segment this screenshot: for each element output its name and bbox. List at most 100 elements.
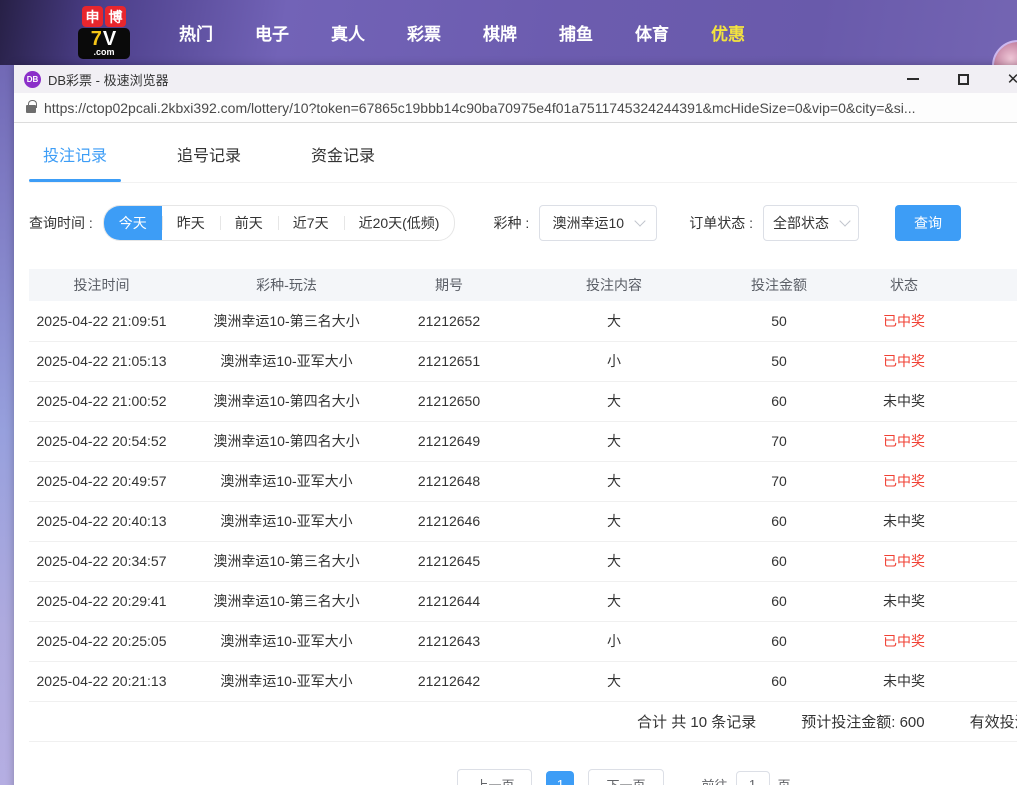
- status-cell: 已中奖: [829, 621, 979, 661]
- tab-bet-records[interactable]: 投注记录: [29, 142, 121, 182]
- search-button[interactable]: 查询: [895, 205, 961, 241]
- nav-item[interactable]: 棋牌: [462, 20, 538, 45]
- nav-item[interactable]: 真人: [310, 20, 386, 45]
- nav-item[interactable]: 电子: [234, 20, 310, 45]
- nav-item[interactable]: 热门: [158, 20, 234, 45]
- game-play-cell: 澳洲幸运10-亚军大小: [174, 341, 399, 381]
- nav-item[interactable]: 优惠: [690, 20, 766, 45]
- goto-page: 前往 页: [702, 771, 791, 785]
- period-cell: 21212649: [399, 421, 499, 461]
- header-status: 状态: [829, 269, 979, 301]
- total-records-text: 合计 共 10 条记录: [637, 711, 756, 732]
- nav-item[interactable]: 捕鱼: [538, 20, 614, 45]
- header-bet-content: 投注内容: [499, 269, 729, 301]
- game-play-cell: 澳洲幸运10-第四名大小: [174, 421, 399, 461]
- bet-content-cell: 大: [499, 421, 729, 461]
- bet-records-table: 投注时间 彩种-玩法 期号 投注内容 投注金额 状态 2025-04-22 21…: [29, 269, 1017, 702]
- bet-content-cell: 大: [499, 381, 729, 421]
- logo-badge-shen: 申: [82, 6, 103, 27]
- status-cell: 已中奖: [829, 461, 979, 501]
- bet-time-cell: 2025-04-22 21:00:52: [29, 381, 174, 421]
- table-row: 2025-04-22 20:49:57 澳洲幸运10-亚军大小 21212648…: [29, 461, 1017, 501]
- url-bar[interactable]: https://ctop02pcali.2kbxi392.com/lottery…: [14, 93, 1017, 123]
- window-controls: ✕: [900, 65, 1017, 93]
- time-filter-option[interactable]: 昨天: [162, 205, 220, 241]
- bet-time-cell: 2025-04-22 21:05:13: [29, 341, 174, 381]
- bet-content-cell: 大: [499, 501, 729, 541]
- status-cell: 已中奖: [829, 541, 979, 581]
- logo-com-text: .com: [93, 48, 114, 57]
- logo-badges: 申 博: [82, 6, 126, 27]
- status-cell: 已中奖: [829, 421, 979, 461]
- time-filter-option[interactable]: 近7天: [278, 205, 344, 241]
- time-filter-option[interactable]: 今天: [104, 205, 162, 241]
- ssl-lock-icon: [26, 105, 36, 113]
- expected-amount-text: 预计投注金额: 600: [801, 711, 924, 732]
- url-text[interactable]: https://ctop02pcali.2kbxi392.com/lottery…: [44, 100, 1017, 116]
- lottery-filter-label: 彩种 :: [493, 213, 529, 233]
- game-play-cell: 澳洲幸运10-亚军大小: [174, 501, 399, 541]
- filter-bar: 查询时间 : 今天 昨天 前天 近7天 近20天(低频) 彩种 : 澳洲幸运10: [29, 205, 1017, 241]
- table-header: 投注时间 彩种-玩法 期号 投注内容 投注金额 状态: [29, 269, 1017, 301]
- table-row: 2025-04-22 20:54:52 澳洲幸运10-第四名大小 2121264…: [29, 421, 1017, 461]
- time-filter-label: 查询时间 :: [29, 213, 93, 233]
- order-status-select[interactable]: 全部状态: [763, 205, 859, 241]
- status-cell: 未中奖: [829, 501, 979, 541]
- goto-label: 前往: [702, 775, 728, 785]
- game-play-cell: 澳洲幸运10-亚军大小: [174, 661, 399, 701]
- bet-time-cell: 2025-04-22 20:34:57: [29, 541, 174, 581]
- maximize-icon: [958, 74, 969, 85]
- bet-amount-cell: 60: [729, 621, 829, 661]
- browser-favicon: DB: [24, 71, 41, 88]
- lottery-select[interactable]: 澳洲幸运10: [539, 205, 657, 241]
- table-row: 2025-04-22 21:05:13 澳洲幸运10-亚军大小 21212651…: [29, 341, 1017, 381]
- minimize-icon: [907, 78, 919, 80]
- period-cell: 21212642: [399, 661, 499, 701]
- bet-content-cell: 小: [499, 341, 729, 381]
- close-icon: ✕: [1007, 72, 1017, 87]
- goto-page-input[interactable]: [736, 771, 770, 785]
- logo-7v-text: 7V: [91, 29, 117, 49]
- bet-time-cell: 2025-04-22 20:49:57: [29, 461, 174, 501]
- site-navbar: 申 博 7V .com 热门 电子 真人 彩票 棋牌 捕鱼 体育 优惠: [0, 0, 1017, 65]
- bet-amount-cell: 70: [729, 421, 829, 461]
- page-number-button[interactable]: 1: [546, 771, 574, 785]
- bet-amount-cell: 60: [729, 541, 829, 581]
- bet-amount-cell: 60: [729, 381, 829, 421]
- site-nav-items: 热门 电子 真人 彩票 棋牌 捕鱼 体育 优惠: [158, 20, 766, 45]
- table-row: 2025-04-22 20:34:57 澳洲幸运10-第三名大小 2121264…: [29, 541, 1017, 581]
- period-cell: 21212644: [399, 581, 499, 621]
- nav-item[interactable]: 彩票: [386, 20, 462, 45]
- period-cell: 21212643: [399, 621, 499, 661]
- minimize-button[interactable]: [900, 68, 926, 90]
- window-titlebar[interactable]: DB DB彩票 - 极速浏览器 ✕: [14, 65, 1017, 93]
- status-cell: 未中奖: [829, 381, 979, 421]
- tab-chase-records[interactable]: 追号记录: [163, 142, 255, 182]
- period-cell: 21212648: [399, 461, 499, 501]
- header-game-play: 彩种-玩法: [174, 269, 399, 301]
- game-play-cell: 澳洲幸运10-第三名大小: [174, 541, 399, 581]
- next-page-button[interactable]: 下一页: [588, 769, 663, 785]
- close-button[interactable]: ✕: [1000, 68, 1017, 90]
- period-cell: 21212652: [399, 301, 499, 341]
- goto-page-suffix: 页: [778, 775, 791, 785]
- site-logo[interactable]: 申 博 7V .com: [76, 6, 132, 59]
- bet-content-cell: 小: [499, 621, 729, 661]
- prev-page-button[interactable]: 上一页: [457, 769, 532, 785]
- bet-time-cell: 2025-04-22 20:21:13: [29, 661, 174, 701]
- bet-time-cell: 2025-04-22 20:54:52: [29, 421, 174, 461]
- bet-content-cell: 大: [499, 661, 729, 701]
- bet-amount-cell: 60: [729, 661, 829, 701]
- chevron-down-icon: [634, 215, 645, 226]
- period-cell: 21212646: [399, 501, 499, 541]
- table-row: 2025-04-22 21:09:51 澳洲幸运10-第三名大小 2121265…: [29, 301, 1017, 341]
- summary-bar: 合计 共 10 条记录 预计投注金额: 600 有效投注金额: 600: [29, 702, 1017, 742]
- time-filter-option[interactable]: 前天: [220, 205, 278, 241]
- header-bet-time: 投注时间: [29, 269, 174, 301]
- tab-fund-records[interactable]: 资金记录: [297, 142, 389, 182]
- nav-item[interactable]: 体育: [614, 20, 690, 45]
- order-status-value: 全部状态: [773, 213, 829, 233]
- maximize-button[interactable]: [950, 68, 976, 90]
- time-filter-option[interactable]: 近20天(低频): [344, 205, 455, 241]
- logo-box: 7V .com: [78, 28, 130, 59]
